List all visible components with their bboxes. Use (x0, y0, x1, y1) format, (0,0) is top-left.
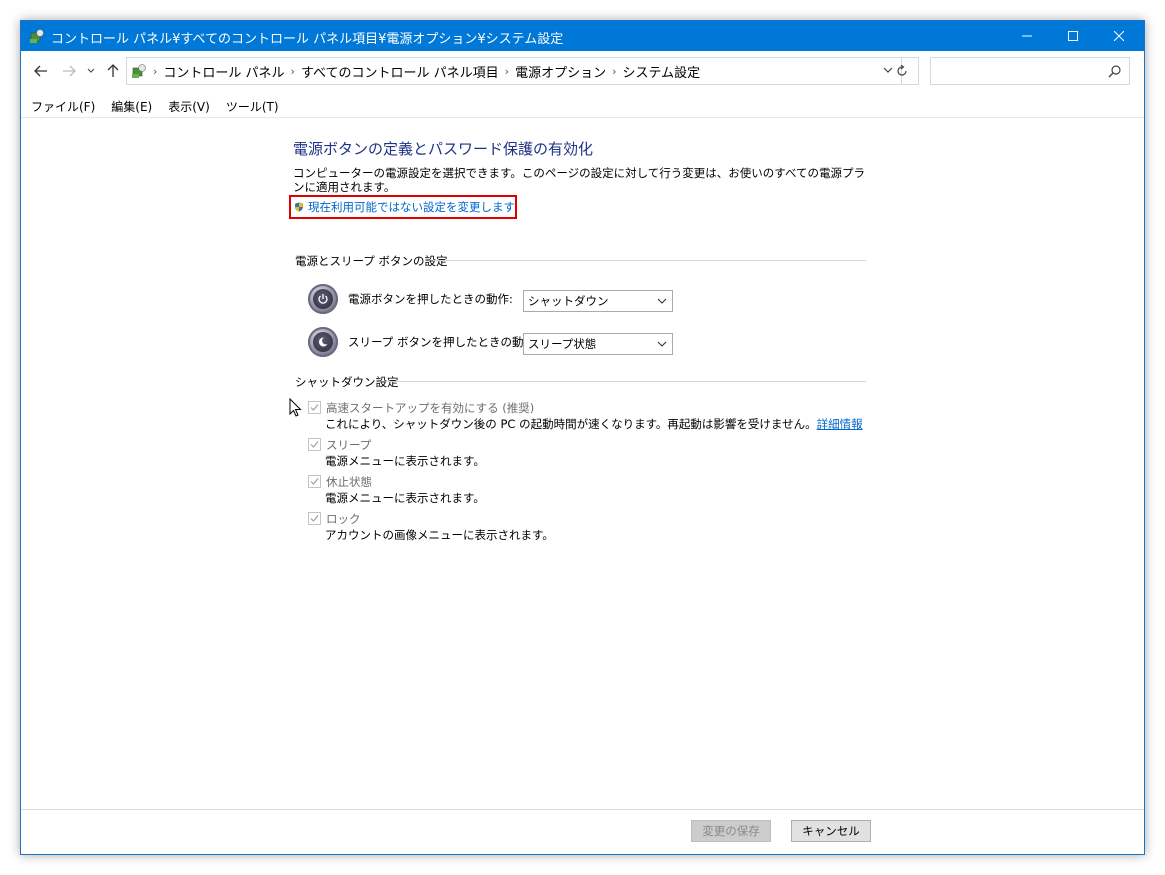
sleep-option-description: 電源メニューに表示されます。 (325, 454, 485, 468)
refresh-icon (896, 65, 907, 76)
sleep-checkbox[interactable] (308, 438, 321, 451)
checkmark-icon (310, 441, 319, 448)
save-changes-button[interactable]: 変更の保存 (691, 820, 771, 842)
sleep-option-label: スリープ (326, 438, 372, 452)
uac-shield-icon (295, 202, 303, 212)
fast-startup-description: これにより、シャットダウン後の PC の起動時間が速くなります。再起動は影響を受… (325, 417, 863, 431)
sleep-button-select[interactable]: スリープ状態 (523, 333, 673, 355)
admin-link-highlight: 現在利用可能ではない設定を変更します (289, 195, 517, 219)
chevron-down-icon (87, 68, 95, 73)
power-icon (308, 284, 338, 314)
mouse-cursor-icon (289, 398, 302, 417)
power-button-value: シャットダウン (528, 294, 609, 308)
recent-locations-button[interactable] (85, 61, 97, 81)
arrow-right-icon (63, 65, 76, 77)
sleep-icon (308, 327, 338, 357)
fast-startup-option: 高速スタートアップを有効にする (推奨) (308, 400, 534, 416)
sleep-button-label: スリープ ボタンを押したときの動作: (348, 335, 539, 349)
window-title: コントロール パネル¥すべてのコントロール パネル項目¥電源オプション¥システム… (51, 32, 564, 47)
breadcrumb-item[interactable]: 電源オプション (515, 62, 606, 81)
lock-option-label: ロック (326, 512, 361, 526)
lock-option-description: アカウントの画像メニューに表示されます。 (325, 528, 554, 542)
close-icon (1114, 31, 1124, 41)
title-bar[interactable]: コントロール パネル¥すべてのコントロール パネル項目¥電源オプション¥システム… (21, 21, 1144, 51)
page-title: 電源ボタンの定義とパスワード保護の有効化 (293, 140, 594, 158)
hibernate-option-label: 休止状態 (326, 475, 372, 489)
power-button-select[interactable]: シャットダウン (523, 290, 673, 312)
sleep-button-row: スリープ ボタンを押したときの動作: スリープ状態 (308, 327, 673, 357)
minimize-icon (1022, 35, 1032, 37)
minimize-button[interactable] (1004, 21, 1050, 51)
hibernate-option-description: 電源メニューに表示されます。 (325, 491, 485, 505)
power-section-title: 電源とスリープ ボタンの設定 (295, 254, 448, 268)
more-info-link[interactable]: 詳細情報 (817, 417, 863, 431)
sleep-button-value: スリープ状態 (528, 337, 597, 351)
close-button[interactable] (1096, 21, 1142, 51)
menu-view[interactable]: 表示(V) (160, 98, 218, 115)
maximize-button[interactable] (1050, 21, 1096, 51)
shutdown-section-title: シャットダウン設定 (295, 375, 399, 389)
control-panel-icon (30, 29, 44, 43)
chevron-right-icon: › (290, 64, 295, 78)
change-unavailable-settings-link[interactable]: 現在利用可能ではない設定を変更します (308, 199, 515, 215)
chevron-down-icon (657, 298, 667, 304)
power-button-row: 電源ボタンを押したときの動作: シャットダウン (308, 284, 673, 314)
control-panel-icon (132, 64, 146, 78)
footer: 変更の保存 キャンセル (21, 809, 1144, 854)
window: コントロール パネル¥すべてのコントロール パネル項目¥電源オプション¥システム… (20, 20, 1145, 855)
search-box[interactable] (930, 57, 1130, 85)
checkmark-icon (310, 515, 319, 522)
search-icon (1108, 65, 1121, 78)
chevron-right-icon: › (612, 64, 617, 78)
cancel-button[interactable]: キャンセル (791, 820, 871, 842)
section-divider (386, 381, 866, 382)
up-button[interactable] (104, 61, 122, 81)
breadcrumb-item[interactable]: システム設定 (622, 62, 700, 81)
forward-button[interactable] (59, 61, 79, 81)
arrow-left-icon (34, 65, 47, 77)
fast-startup-label: 高速スタートアップを有効にする (推奨) (326, 401, 535, 415)
chevron-right-icon: › (504, 64, 510, 78)
chevron-down-icon (657, 341, 667, 347)
refresh-button[interactable] (885, 57, 919, 85)
page-description: コンピューターの電源設定を選択できます。このページの設定に対して行う変更は、お使… (293, 166, 866, 194)
menu-file[interactable]: ファイル(F) (21, 98, 103, 115)
menu-bar: ファイル(F) 編集(E) 表示(V) ツール(T) (21, 95, 1144, 118)
fast-startup-checkbox[interactable] (308, 401, 321, 414)
menu-edit[interactable]: 編集(E) (103, 98, 160, 115)
breadcrumb-item[interactable]: すべてのコントロール パネル項目 (301, 62, 499, 81)
maximize-icon (1068, 31, 1078, 41)
breadcrumb-item[interactable]: コントロール パネル (163, 62, 284, 81)
address-bar: › コントロール パネル › すべてのコントロール パネル項目 › 電源オプショ… (21, 51, 1144, 91)
lock-option: ロック (308, 511, 361, 527)
search-input[interactable] (935, 61, 1109, 83)
main-content: 電源ボタンの定義とパスワード保護の有効化 コンピューターの電源設定を選択できます… (21, 118, 1144, 810)
hibernate-checkbox[interactable] (308, 475, 321, 488)
chevron-right-icon: › (153, 64, 158, 78)
sleep-option: スリープ (308, 437, 371, 453)
checkmark-icon (310, 404, 319, 411)
section-divider (433, 260, 866, 261)
back-button[interactable] (31, 61, 51, 81)
power-button-label: 電源ボタンを押したときの動作: (348, 292, 513, 306)
arrow-up-icon (107, 64, 119, 77)
checkmark-icon (310, 478, 319, 485)
lock-checkbox[interactable] (308, 512, 321, 525)
breadcrumb[interactable]: › コントロール パネル › すべてのコントロール パネル項目 › 電源オプショ… (126, 57, 902, 85)
menu-tools[interactable]: ツール(T) (218, 98, 287, 115)
hibernate-option: 休止状態 (308, 474, 372, 490)
